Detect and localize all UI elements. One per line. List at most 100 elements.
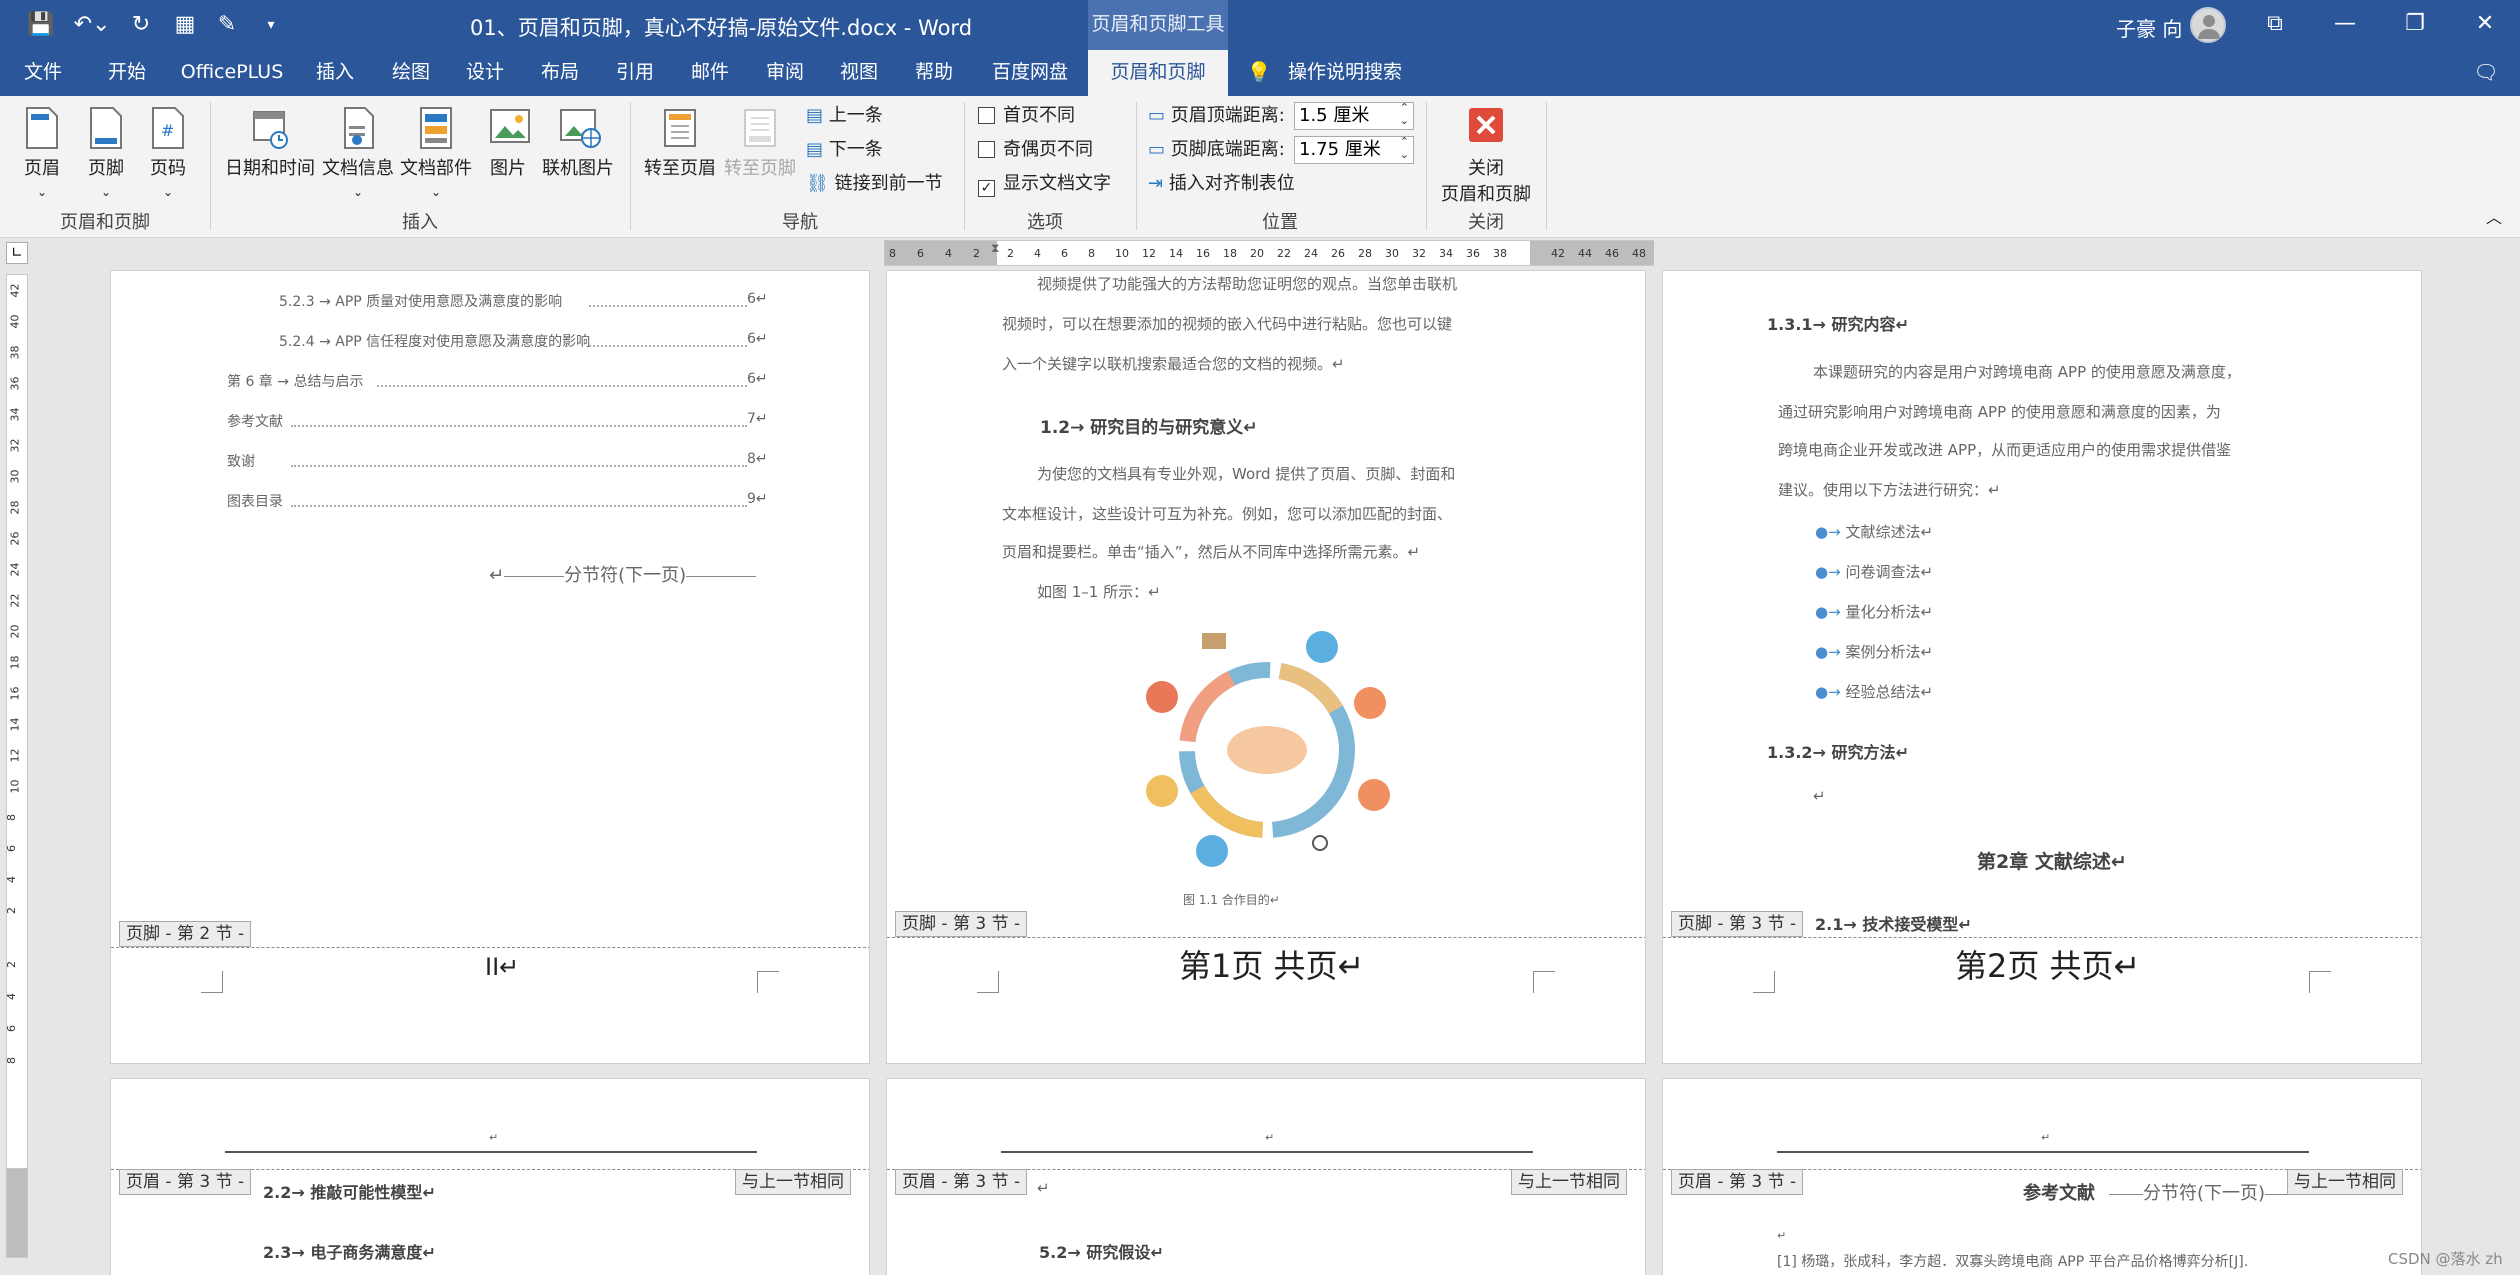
group-separator <box>1426 102 1427 230</box>
toc-entry[interactable]: 致谢 <box>227 451 255 471</box>
toc-page-number: 8↵ <box>747 451 768 467</box>
document-info-icon <box>339 106 377 150</box>
different-odd-even-checkbox[interactable]: 奇偶页不同 <box>978 136 1093 164</box>
header-label: 页眉 - 第 3 节 - <box>1671 1169 1804 1195</box>
tab-mailings[interactable]: 邮件 <box>677 50 743 96</box>
figure-caption: 图 1.1 合作目的↵ <box>1183 893 1280 907</box>
bullet-item: ●→ 问卷调查法↵ <box>1815 563 1934 581</box>
redo-icon[interactable]: ↻ <box>126 10 156 40</box>
sub-heading: 2.3→ 电子商务满意度↵ <box>263 1243 436 1262</box>
ribbon-tabs: 文件 开始 OfficePLUS 插入 绘图 设计 布局 引用 邮件 审阅 视图… <box>0 50 2520 96</box>
tell-me-search[interactable]: 操作说明搜索 <box>1280 50 1410 96</box>
calendar-icon <box>251 106 289 150</box>
save-icon[interactable]: 💾 <box>26 10 56 40</box>
picture-button[interactable]: 图片 <box>482 106 534 180</box>
customize-icon[interactable]: ▾ <box>256 10 286 40</box>
cooperation-figure[interactable] <box>1142 625 1392 875</box>
tab-insert[interactable]: 插入 <box>302 50 368 96</box>
body-line: 入一个关键字以联机搜索最适合您的文档的视频。↵ <box>1002 355 1345 373</box>
close-icon[interactable]: ✕ <box>2450 0 2520 50</box>
header-button[interactable]: 页眉 ⌄ <box>14 106 70 201</box>
ruler-tick-label: 44 <box>1578 247 1592 260</box>
header-distance-input[interactable]: 1.5 厘米 <box>1294 101 1414 130</box>
different-first-page-checkbox[interactable]: 首页不同 <box>978 102 1075 130</box>
tab-help[interactable]: 帮助 <box>901 50 967 96</box>
bullet-icon: ●→ <box>1815 683 1846 701</box>
header-distance-icon: ▭ <box>1148 105 1171 126</box>
group-label-position: 位置 <box>1262 212 1298 233</box>
tab-baidu-netdisk[interactable]: 百度网盘 <box>980 50 1080 96</box>
footer-distance-input[interactable]: 1.75 厘米 <box>1294 135 1414 164</box>
group-label-insert: 插入 <box>402 212 438 233</box>
ribbon-display-icon[interactable]: ⧉ <box>2240 0 2310 50</box>
tab-review[interactable]: 审阅 <box>752 50 818 96</box>
tab-officeplus[interactable]: OfficePLUS <box>170 50 294 96</box>
ruler-tick-label: 10 <box>8 779 22 794</box>
tab-home[interactable]: 开始 <box>94 50 160 96</box>
same-as-previous-label: 与上一节相同 <box>735 1169 851 1195</box>
ruler-tick-label: 40 <box>8 314 22 329</box>
chapter-heading: 第2章 文献综述↵ <box>1977 851 2127 873</box>
footer-label: 页脚 - 第 3 节 - <box>895 911 1028 937</box>
footer-text[interactable]: 第2页 共页↵ <box>1955 941 2140 987</box>
ruler-tick-label: 22 <box>1277 247 1291 260</box>
date-time-button[interactable]: 日期和时间 <box>222 106 318 180</box>
tab-references[interactable]: 引用 <box>602 50 668 96</box>
crop-mark <box>2309 971 2331 993</box>
toc-leader <box>589 345 747 347</box>
online-picture-button[interactable]: 联机图片 <box>540 106 616 180</box>
ruler-tick-label: 34 <box>1439 247 1453 260</box>
close-header-footer-button[interactable]: 关闭 页眉和页脚 <box>1436 106 1536 206</box>
avatar[interactable] <box>2190 7 2226 43</box>
ruler-tick-label: 18 <box>1223 247 1237 260</box>
ruler-tick-label: 12 <box>1142 247 1156 260</box>
form-icon[interactable]: ▦ <box>170 10 200 40</box>
comments-icon[interactable]: 🗨 <box>2466 50 2506 96</box>
undo-icon[interactable]: ↶⌄ <box>70 10 114 40</box>
header-paragraph-mark: ↵ <box>489 1131 499 1144</box>
tab-header-footer[interactable]: 页眉和页脚 <box>1088 50 1228 96</box>
tab-draw[interactable]: 绘图 <box>378 50 444 96</box>
quick-parts-button[interactable]: 文档部件 ⌄ <box>396 106 476 201</box>
link-to-previous-button[interactable]: ⛓ 链接到前一节 <box>806 170 943 198</box>
page-number-button[interactable]: # 页码 ⌄ <box>140 106 196 201</box>
lightbulb-icon: 💡 <box>1246 60 1272 84</box>
document-info-button[interactable]: 文档信息 ⌄ <box>318 106 398 201</box>
footer-text[interactable]: II↵ <box>485 953 519 981</box>
toc-entry[interactable]: 5.2.4 → APP 信任程度对使用意愿及满意度的影响 <box>279 331 590 351</box>
tab-file[interactable]: 文件 <box>10 50 76 96</box>
minimize-icon[interactable]: — <box>2310 0 2380 50</box>
tab-layout[interactable]: 布局 <box>527 50 593 96</box>
crop-mark <box>1753 971 1775 993</box>
goto-header-button[interactable]: 转至页眉 <box>640 106 720 180</box>
header-paragraph-mark: ↵ <box>1265 1131 1275 1144</box>
show-document-text-checkbox[interactable]: ✓ 显示文档文字 <box>978 170 1111 198</box>
indent-marker-icon[interactable]: ⧗ <box>991 241 999 256</box>
footer-icon <box>87 106 125 150</box>
group-separator <box>210 102 211 230</box>
edit-icon[interactable]: ✎ <box>212 10 242 40</box>
goto-footer-button[interactable]: 转至页脚 <box>720 106 800 180</box>
collapse-ribbon-icon[interactable]: ︿ <box>2486 204 2502 232</box>
toc-entry[interactable]: 图表目录 <box>227 491 283 511</box>
picture-icon <box>489 106 530 150</box>
restore-icon[interactable]: ❐ <box>2380 0 2450 50</box>
page-2: 视频提供了功能强大的方法帮助您证明您的观点。当您单击联机 视频时，可以在想要添加… <box>886 270 1646 1064</box>
toc-entry[interactable]: 参考文献 <box>227 411 283 431</box>
tab-design[interactable]: 设计 <box>452 50 518 96</box>
horizontal-ruler[interactable]: 8 6 4 2 2 4 6 8 10 12 14 16 18 20 22 24 26 28 30 32 34 36 38 42… <box>884 240 1654 266</box>
tab-view[interactable]: 视图 <box>826 50 892 96</box>
ruler-tick-label: 38 <box>1493 247 1507 260</box>
toc-entry[interactable]: 5.2.3 → APP 质量对使用意愿及满意度的影响 <box>279 291 562 311</box>
previous-button[interactable]: ▤ 上一条 <box>806 102 883 130</box>
ruler-tick-label: 2 <box>5 907 18 914</box>
next-button[interactable]: ▤ 下一条 <box>806 136 883 164</box>
ruler-tick-label: 10 <box>1115 247 1129 260</box>
ruler-strip-margin <box>6 1168 28 1258</box>
footer-button[interactable]: 页脚 ⌄ <box>78 106 134 201</box>
footer-text[interactable]: 第1页 共页↵ <box>1179 941 1364 987</box>
user-name[interactable]: 子豪 向 <box>2116 13 2182 42</box>
tab-selector-icon[interactable]: ∟ <box>6 242 28 264</box>
insert-alignment-tab-button[interactable]: ⇥ 插入对齐制表位 <box>1148 170 1295 198</box>
toc-entry[interactable]: 第 6 章 → 总结与启示 <box>227 371 363 391</box>
